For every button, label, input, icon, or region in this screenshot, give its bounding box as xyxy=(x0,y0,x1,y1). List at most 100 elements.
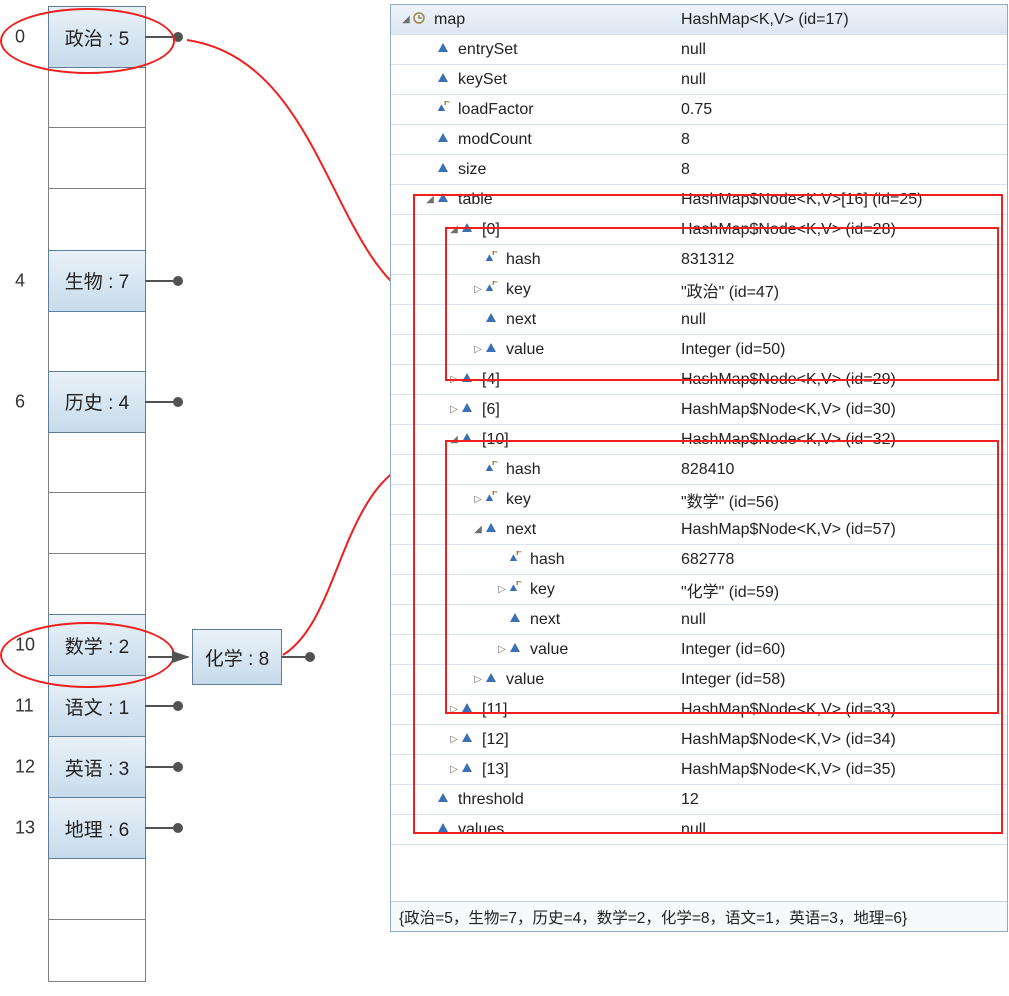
field-icon xyxy=(437,792,452,807)
debug-row[interactable]: ▷ value Integer (id=50) xyxy=(391,335,1007,365)
field-icon: F xyxy=(437,102,452,117)
debug-row[interactable]: ▷ [13] HashMap$Node<K,V> (id=35) xyxy=(391,755,1007,785)
debug-row-value: HashMap$Node<K,V> (id=30) xyxy=(673,401,1007,419)
debug-row[interactable]: modCount8 xyxy=(391,125,1007,155)
field-icon xyxy=(437,132,452,147)
debug-row-value: HashMap$Node<K,V> (id=29) xyxy=(673,371,1007,389)
expand-closed-icon[interactable]: ▷ xyxy=(495,584,509,595)
debug-row-value: HashMap$Node<K,V> (id=33) xyxy=(673,701,1007,719)
debugger-tree[interactable]: ◢ map HashMap<K,V> (id=17) entrySetnullkeyS… xyxy=(391,5,1007,899)
array-slot-10: 10数学 : 2 xyxy=(48,614,146,676)
expand-closed-icon[interactable]: ▷ xyxy=(447,734,461,745)
array-slot-9 xyxy=(49,554,145,615)
array-slot-2 xyxy=(49,128,145,189)
expand-closed-icon[interactable]: ▷ xyxy=(447,704,461,715)
expand-open-icon[interactable]: ◢ xyxy=(399,14,413,25)
expand-closed-icon[interactable]: ▷ xyxy=(471,674,485,685)
debug-row-name: loadFactor xyxy=(458,101,534,119)
debug-row-name: [13] xyxy=(482,761,509,779)
field-icon xyxy=(437,42,452,57)
array-index-label: 10 xyxy=(15,635,35,656)
debug-row-value: null xyxy=(673,71,1007,89)
array-index-label: 6 xyxy=(15,391,25,412)
debug-row-name: map xyxy=(434,11,465,29)
field-icon xyxy=(437,822,452,837)
debug-row[interactable]: ▷Fkey"化学" (id=59) xyxy=(391,575,1007,605)
debug-row[interactable]: ◢[10]HashMap$Node<K,V> (id=32) xyxy=(391,425,1007,455)
array-slot-8 xyxy=(49,493,145,554)
field-icon xyxy=(461,222,476,237)
debug-row[interactable]: ▷[6]HashMap$Node<K,V> (id=30) xyxy=(391,395,1007,425)
array-index-label: 4 xyxy=(15,270,25,291)
expand-closed-icon[interactable]: ▷ xyxy=(447,404,461,415)
debug-row[interactable]: keySetnull xyxy=(391,65,1007,95)
array-slot-label: 语文 : 1 xyxy=(65,693,129,720)
debug-row[interactable]: ◢tableHashMap$Node<K,V>[16] (id=25) xyxy=(391,185,1007,215)
debug-row-name: next xyxy=(506,311,536,329)
debug-row[interactable]: valuesnull xyxy=(391,815,1007,845)
debug-row-value: HashMap<K,V> (id=17) xyxy=(673,11,1007,29)
debug-row-name: hash xyxy=(530,551,565,569)
debug-row[interactable]: threshold12 xyxy=(391,785,1007,815)
debug-row-value: Integer (id=50) xyxy=(673,341,1007,359)
field-icon: F xyxy=(485,492,500,507)
debug-row[interactable]: ◢[0]HashMap$Node<K,V> (id=28) xyxy=(391,215,1007,245)
array-slot-4: 4生物 : 7 xyxy=(48,250,146,312)
field-icon xyxy=(461,372,476,387)
debug-row[interactable]: size8 xyxy=(391,155,1007,185)
debug-row[interactable]: entrySetnull xyxy=(391,35,1007,65)
array-slot-5 xyxy=(49,311,145,372)
field-icon xyxy=(509,612,524,627)
chain-node-label: 化学 : 8 xyxy=(205,644,269,671)
expand-closed-icon[interactable]: ▷ xyxy=(471,344,485,355)
debug-row[interactable]: nextnull xyxy=(391,305,1007,335)
debug-row[interactable]: nextnull xyxy=(391,605,1007,635)
expand-open-icon[interactable]: ◢ xyxy=(447,224,461,235)
debug-row[interactable]: ◢ map HashMap<K,V> (id=17) xyxy=(391,5,1007,35)
debug-row[interactable]: ▷valueInteger (id=58) xyxy=(391,665,1007,695)
debug-row[interactable]: FloadFactor0.75 xyxy=(391,95,1007,125)
debug-row[interactable]: ▷Fkey "数学" (id=56) xyxy=(391,485,1007,515)
field-icon xyxy=(485,342,500,357)
array-slot-label: 历史 : 4 xyxy=(65,388,129,415)
debug-row[interactable]: ◢nextHashMap$Node<K,V> (id=57) xyxy=(391,515,1007,545)
debug-row-value: HashMap$Node<K,V> (id=35) xyxy=(673,761,1007,779)
debug-row-value: HashMap$Node<K,V> (id=34) xyxy=(673,731,1007,749)
debug-row-name: value xyxy=(506,341,544,359)
expand-open-icon[interactable]: ◢ xyxy=(471,524,485,535)
debugger-footer: {政治=5，生物=7，历史=4，数学=2，化学=8，语文=1，英语=3，地理=6… xyxy=(391,901,1007,931)
debug-row[interactable]: ▷ [12] HashMap$Node<K,V> (id=34) xyxy=(391,725,1007,755)
array-slot-11: 11语文 : 1 xyxy=(48,675,146,737)
debug-row-name: [12] xyxy=(482,731,509,749)
field-icon: F xyxy=(509,582,524,597)
debug-row-name: value xyxy=(506,671,544,689)
debugger-panel: ◢ map HashMap<K,V> (id=17) entrySetnullkeyS… xyxy=(390,4,1008,932)
debug-row-name: key xyxy=(506,491,531,509)
array-slot-6: 6历史 : 4 xyxy=(48,371,146,433)
expand-closed-icon[interactable]: ▷ xyxy=(447,764,461,775)
debug-row-name: [10] xyxy=(482,431,509,449)
debug-row[interactable]: ▷ [4] HashMap$Node<K,V> (id=29) xyxy=(391,365,1007,395)
debug-row-name: [11] xyxy=(482,701,508,719)
debug-row-value: 682778 xyxy=(673,551,1007,569)
debug-row[interactable]: ▷Fkey"政治" (id=47) xyxy=(391,275,1007,305)
expand-open-icon[interactable]: ◢ xyxy=(447,434,461,445)
array-index-label: 11 xyxy=(15,696,34,717)
expand-open-icon[interactable]: ◢ xyxy=(423,194,437,205)
expand-closed-icon[interactable]: ▷ xyxy=(471,284,485,295)
expand-closed-icon[interactable]: ▷ xyxy=(447,374,461,385)
expand-closed-icon[interactable]: ▷ xyxy=(495,644,509,655)
debug-row-value: 12 xyxy=(673,791,1007,809)
debug-row[interactable]: ▷ [11] HashMap$Node<K,V> (id=33) xyxy=(391,695,1007,725)
debug-row[interactable]: Fhash831312 xyxy=(391,245,1007,275)
debug-row-name: [4] xyxy=(482,371,500,389)
debug-row-name: next xyxy=(530,611,560,629)
expand-closed-icon[interactable]: ▷ xyxy=(471,494,485,505)
chain-node-10: 化学 : 8 xyxy=(192,629,282,685)
debug-row[interactable]: Fhash828410 xyxy=(391,455,1007,485)
debug-row-value: "政治" (id=47) xyxy=(673,278,1007,302)
debug-row[interactable]: ▷valueInteger (id=60) xyxy=(391,635,1007,665)
debug-row-value: "数学" (id=56) xyxy=(673,488,1007,512)
array-slot-label: 英语 : 3 xyxy=(65,754,129,781)
debug-row[interactable]: Fhash682778 xyxy=(391,545,1007,575)
